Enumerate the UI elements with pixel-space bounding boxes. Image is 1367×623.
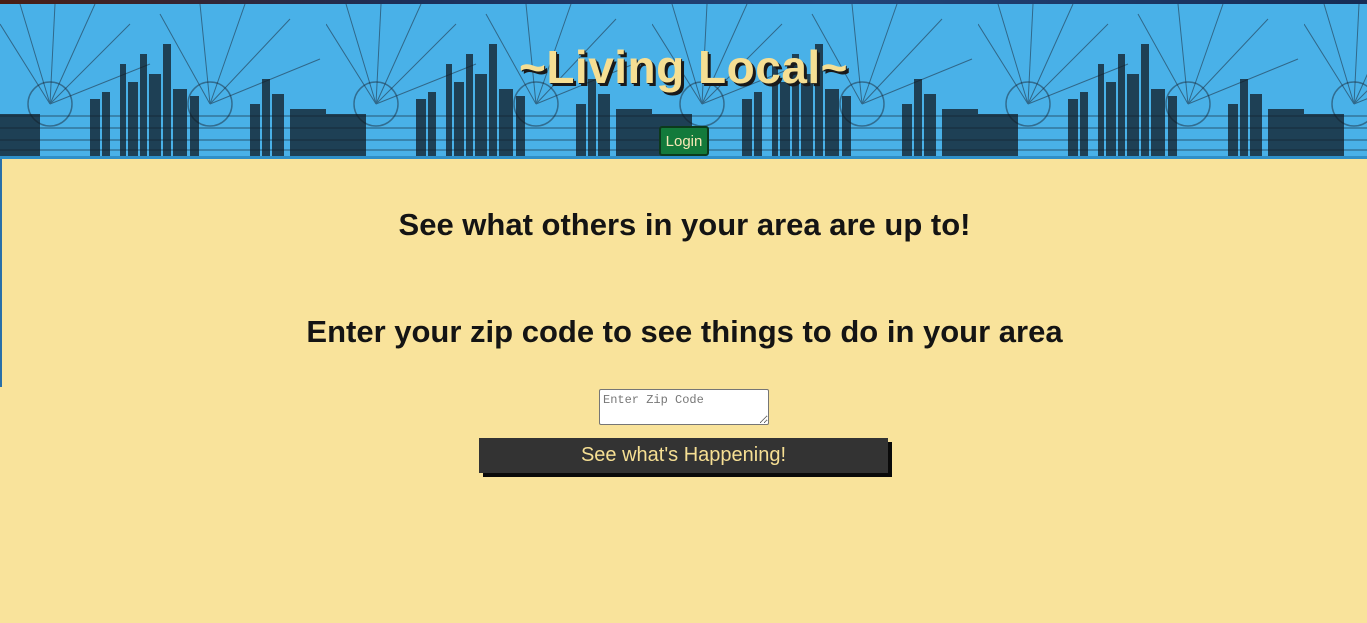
see-whats-happening-button[interactable]: See what's Happening! [479, 438, 888, 473]
site-title: ~Living Local~ [518, 41, 849, 93]
login-button[interactable]: Login [659, 126, 709, 156]
zip-prompt-heading: Enter your zip code to see things to do … [306, 314, 1063, 349]
zip-code-input[interactable] [599, 389, 769, 425]
main-content: See what others in your area are up to! … [2, 159, 1367, 623]
site-header: ~Living Local~ Login [0, 4, 1367, 159]
intro-heading: See what others in your area are up to! [398, 207, 971, 242]
